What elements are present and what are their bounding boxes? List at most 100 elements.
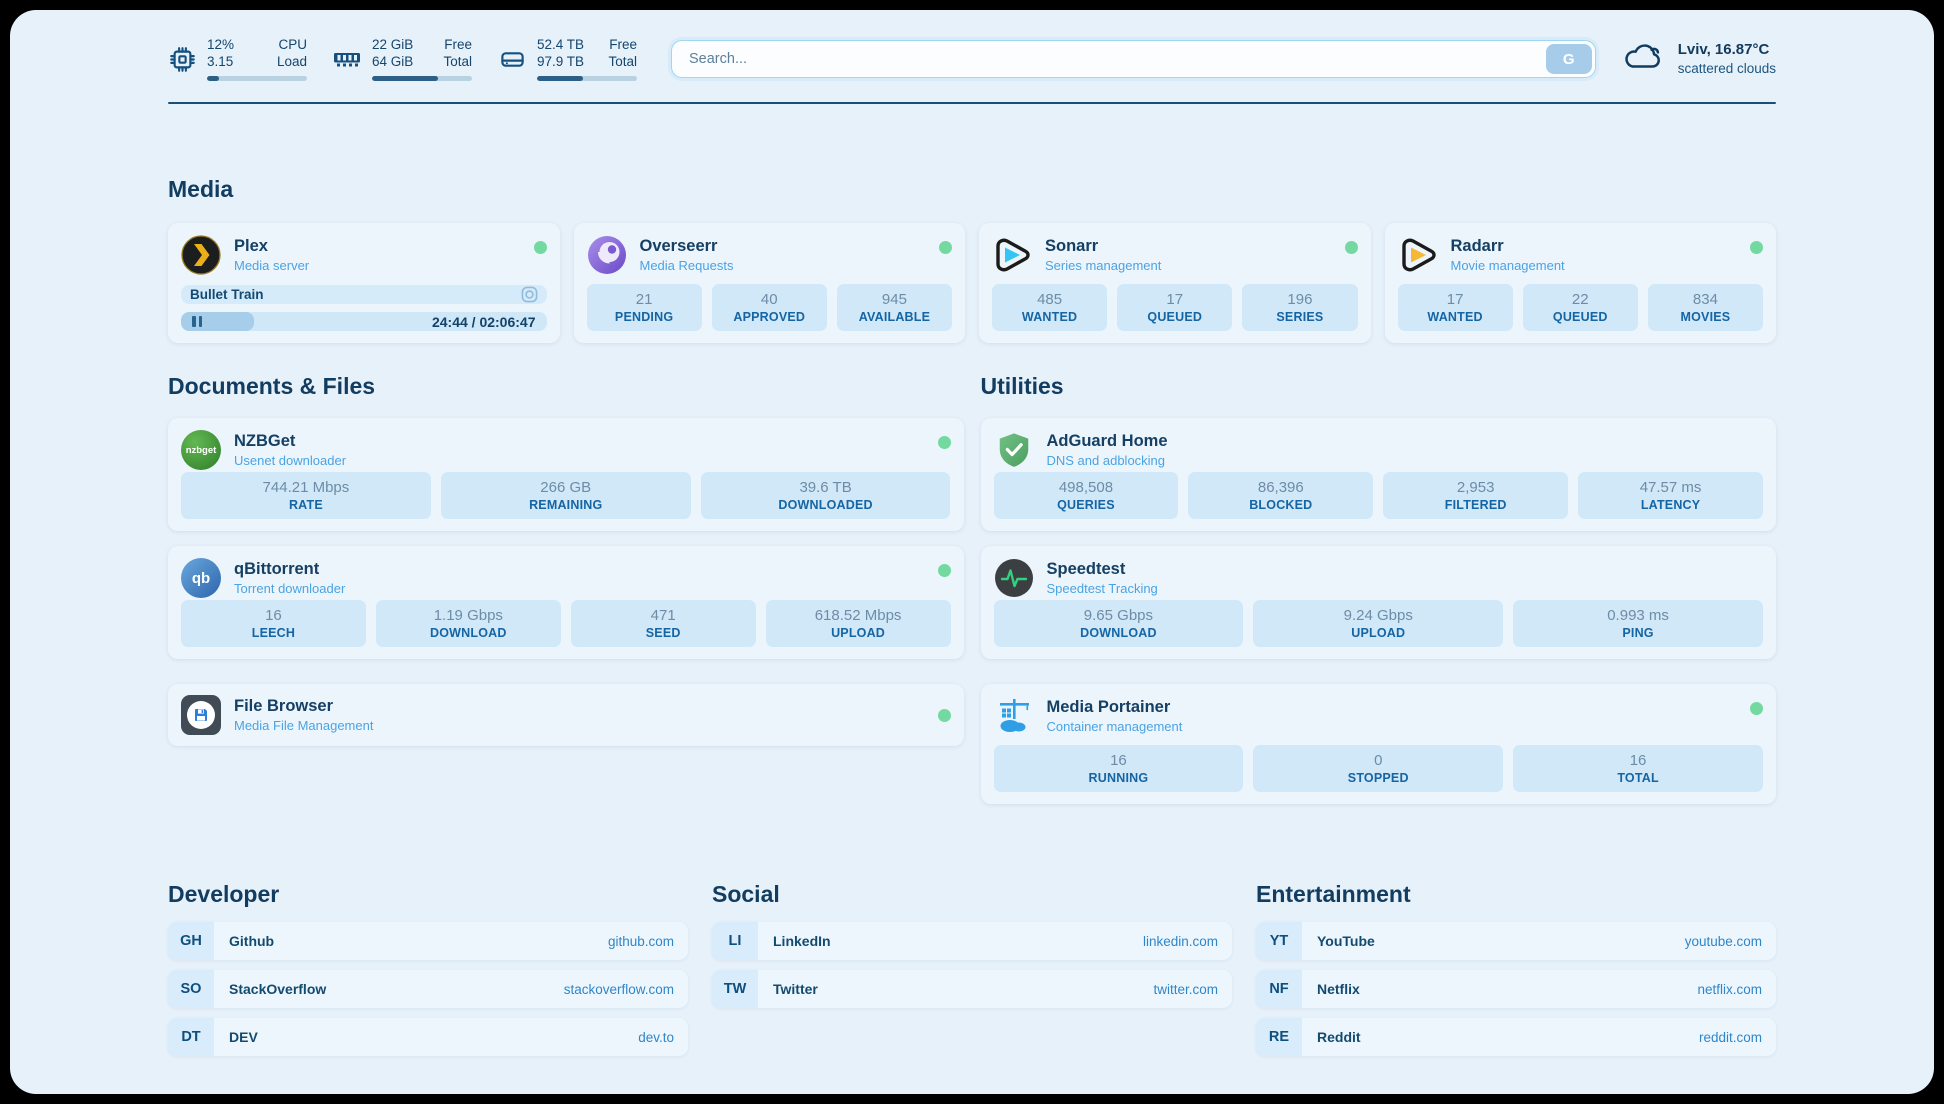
stat-remaining: 266 GB REMAINING — [441, 472, 691, 520]
bookmark-github[interactable]: GH Github github.com — [168, 922, 688, 960]
app-subtitle: Movie management — [1451, 258, 1565, 273]
bookmark-dev[interactable]: DT DEV dev.to — [168, 1018, 688, 1056]
pause-button[interactable] — [181, 312, 254, 331]
status-dot — [1750, 702, 1763, 715]
topbar-divider — [168, 102, 1776, 104]
app-subtitle: Series management — [1045, 258, 1161, 273]
bookmark-abbr: SO — [168, 970, 214, 1008]
documents-heading: Documents & Files — [168, 373, 964, 400]
stat-series: 196 SERIES — [1242, 284, 1357, 332]
bookmark-twitter[interactable]: TW Twitter twitter.com — [712, 970, 1232, 1008]
weather-widget: Lviv, 16.87°C scattered clouds — [1622, 40, 1776, 77]
bookmark-name: Twitter — [773, 981, 818, 997]
disk-resource-widget: 52.4 TB 97.9 TB Free Total — [498, 37, 637, 81]
plex-card: Plex Media server Bullet Train — [168, 223, 560, 343]
radarr-icon — [1398, 235, 1438, 275]
stat-available: 945 AVAILABLE — [837, 284, 952, 332]
now-playing-row: Bullet Train — [181, 285, 547, 304]
playback-progress-bar: 24:44 / 02:06:47 — [181, 312, 547, 331]
cpu-values: 12% 3.15 — [207, 37, 234, 71]
search-input[interactable] — [675, 51, 1546, 67]
bookmark-abbr: TW — [712, 970, 758, 1008]
bookmark-name: Reddit — [1317, 1029, 1361, 1045]
stat-ping: 0.993 ms PING — [1513, 600, 1763, 648]
speedtest-card: Speedtest Speedtest Tracking 9.65 Gbps D… — [981, 546, 1777, 659]
status-dot — [938, 436, 951, 449]
sonarr-app-link[interactable]: Sonarr Series management — [992, 235, 1161, 275]
bookmark-abbr: DT — [168, 1018, 214, 1056]
overseerr-icon — [587, 235, 627, 275]
qbittorrent-card: qb qBittorrent Torrent downloader 16 LEE… — [168, 546, 964, 659]
sonarr-card: Sonarr Series management 485 WANTED 17 Q… — [979, 223, 1371, 343]
stat-upload: 9.24 Gbps UPLOAD — [1253, 600, 1503, 648]
bookmark-url: linkedin.com — [1143, 934, 1218, 949]
app-subtitle: Media Requests — [640, 258, 734, 273]
memory-resource-widget: 22 GiB 64 GiB Free Total — [333, 37, 472, 81]
bookmark-youtube[interactable]: YT YouTube youtube.com — [1256, 922, 1776, 960]
app-title: Media Portainer — [1047, 698, 1183, 718]
filebrowser-icon — [181, 695, 221, 735]
stat-rate: 744.21 Mbps RATE — [181, 472, 431, 520]
pause-icon — [192, 316, 196, 327]
bookmark-name: DEV — [229, 1029, 258, 1045]
developer-heading: Developer — [168, 881, 688, 908]
bookmark-name: Netflix — [1317, 981, 1360, 997]
stat-blocked: 86,396 BLOCKED — [1188, 472, 1373, 520]
bookmark-netflix[interactable]: NF Netflix netflix.com — [1256, 970, 1776, 1008]
nzbget-icon: nzbget — [181, 430, 221, 470]
stat-approved: 40 APPROVED — [712, 284, 827, 332]
stat-latency: 47.57 ms LATENCY — [1578, 472, 1763, 520]
filebrowser-card: File Browser Media File Management — [168, 684, 964, 746]
media-section: Media Plex Media server — [168, 176, 1776, 343]
stat-leech: 16 LEECH — [181, 600, 366, 648]
status-dot — [938, 709, 951, 722]
portainer-app-link[interactable]: Media Portainer Container management — [994, 696, 1183, 736]
app-title: NZBGet — [234, 432, 346, 452]
search-provider-button[interactable]: G — [1546, 44, 1592, 74]
social-heading: Social — [712, 881, 1232, 908]
bookmark-url: stackoverflow.com — [564, 982, 674, 997]
memory-progress-bar — [372, 76, 472, 81]
adguard-shield-icon — [994, 430, 1034, 470]
stat-seed: 471 SEED — [571, 600, 756, 648]
filebrowser-app-link[interactable]: File Browser Media File Management — [181, 695, 373, 735]
bookmark-abbr: LI — [712, 922, 758, 960]
utilities-heading: Utilities — [981, 373, 1777, 400]
stat-total: 16 TOTAL — [1513, 745, 1763, 793]
weather-location-temp: Lviv, 16.87°C — [1678, 40, 1776, 60]
nzbget-card: nzbget NZBGet Usenet downloader 744.21 M… — [168, 418, 964, 531]
bookmark-reddit[interactable]: RE Reddit reddit.com — [1256, 1018, 1776, 1056]
stat-downloaded: 39.6 TB DOWNLOADED — [701, 472, 951, 520]
bookmark-stackoverflow[interactable]: SO StackOverflow stackoverflow.com — [168, 970, 688, 1008]
disk-icon — [498, 45, 526, 73]
bookmark-url: youtube.com — [1685, 934, 1762, 949]
status-dot — [1345, 241, 1358, 254]
status-dot — [534, 241, 547, 254]
overseerr-app-link[interactable]: Overseerr Media Requests — [587, 235, 734, 275]
app-title: File Browser — [234, 697, 373, 717]
plex-app-link[interactable]: Plex Media server — [181, 235, 309, 275]
now-playing-view-icon[interactable] — [521, 286, 538, 303]
app-subtitle: Media server — [234, 258, 309, 273]
app-subtitle: Container management — [1047, 719, 1183, 734]
developer-bookmarks: Developer GH Github github.com SO StackO… — [168, 881, 688, 1066]
memory-values: 22 GiB 64 GiB — [372, 37, 413, 71]
qbittorrent-icon: qb — [181, 558, 221, 598]
bookmark-linkedin[interactable]: LI LinkedIn linkedin.com — [712, 922, 1232, 960]
disk-values: 52.4 TB 97.9 TB — [537, 37, 584, 71]
speedtest-app-link[interactable]: Speedtest Speedtest Tracking — [994, 558, 1158, 598]
bookmark-name: StackOverflow — [229, 981, 326, 997]
nzbget-app-link[interactable]: nzbget NZBGet Usenet downloader — [181, 430, 346, 470]
plex-icon — [181, 235, 221, 275]
adguard-app-link[interactable]: AdGuard Home DNS and adblocking — [994, 430, 1168, 470]
radarr-app-link[interactable]: Radarr Movie management — [1398, 235, 1565, 275]
stat-queued: 17 QUEUED — [1117, 284, 1232, 332]
status-dot — [938, 564, 951, 577]
app-subtitle: Media File Management — [234, 718, 373, 733]
bookmark-url: reddit.com — [1699, 1030, 1762, 1045]
bookmark-url: github.com — [608, 934, 674, 949]
qbittorrent-app-link[interactable]: qb qBittorrent Torrent downloader — [181, 558, 345, 598]
app-title: Overseerr — [640, 237, 734, 257]
stat-movies: 834 MOVIES — [1648, 284, 1763, 332]
app-title: qBittorrent — [234, 560, 345, 580]
